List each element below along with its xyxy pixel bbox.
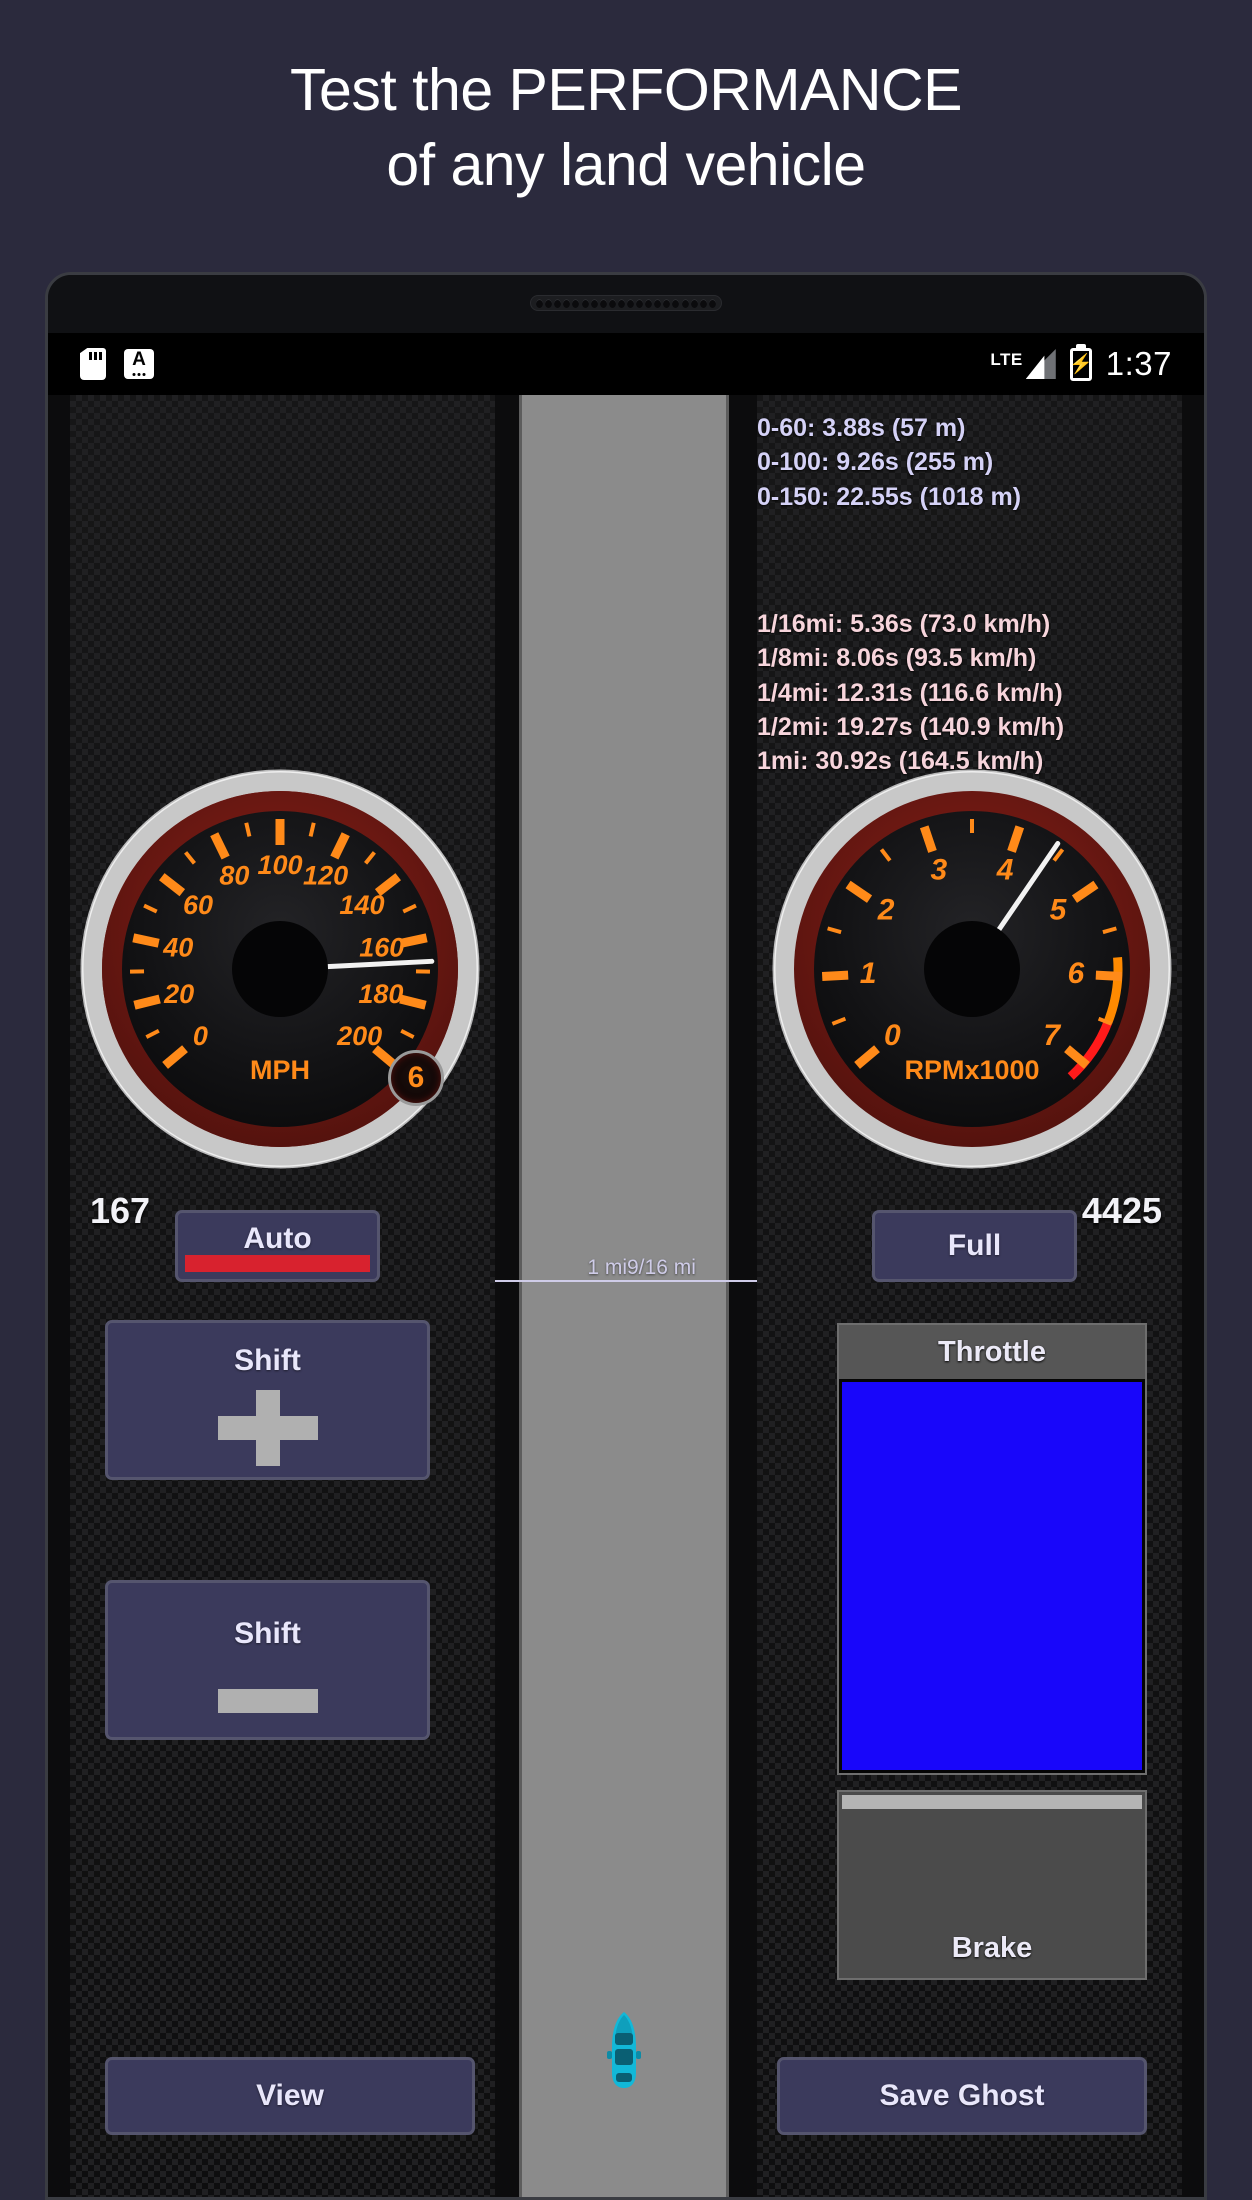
- device-bezel-top: [48, 275, 1204, 333]
- acceleration-stats: 0-60: 3.88s (57 m) 0-100: 9.26s (255 m) …: [757, 411, 1182, 514]
- app-body: 1 mi 9/16 mi 0 20 40 60 80 100 120 140 1…: [48, 395, 1204, 2197]
- stat-row: 0-60: 3.88s (57 m): [757, 414, 966, 442]
- gauge-tick-label: 6: [1068, 957, 1085, 990]
- stat-row: 0-150: 22.55s (1018 m): [757, 482, 1022, 511]
- status-bar-right: LTE ⚡ 1:37: [990, 345, 1172, 383]
- gauge-tick-label: 7: [1043, 1019, 1061, 1052]
- status-bar: A LTE ⚡ 1:37: [48, 333, 1204, 395]
- shift-up-label: Shift: [234, 1343, 301, 1377]
- save-ghost-button-label: Save Ghost: [879, 2079, 1045, 2112]
- brake-fill: [842, 1795, 1142, 1809]
- status-clock: 1:37: [1105, 345, 1172, 382]
- full-button-label: Full: [947, 1229, 1002, 1262]
- battery-bolt-glyph: ⚡: [1068, 353, 1093, 375]
- view-button[interactable]: View: [105, 2057, 475, 2135]
- throttle-fill: [842, 1382, 1142, 1770]
- gauge-tick-label: 0: [193, 1021, 208, 1051]
- car-top-view-icon: [607, 2012, 641, 2088]
- brake-control[interactable]: Brake: [837, 1790, 1147, 1980]
- rpm-readout: 4425: [1081, 1190, 1162, 1231]
- save-ghost-button[interactable]: Save Ghost: [777, 2057, 1147, 2135]
- shift-down-button[interactable]: Shift: [105, 1580, 430, 1740]
- tachometer-unit-label: RPMx1000: [904, 1055, 1039, 1085]
- signal-bars-icon: LTE: [990, 349, 1056, 379]
- distance-stats: 1/16mi: 5.36s (73.0 km/h) 1/8mi: 8.06s (…: [757, 607, 1182, 778]
- auto-button-label: Auto: [243, 1222, 312, 1255]
- battery-charging-icon: ⚡: [1068, 347, 1093, 381]
- stat-row: 1/8mi: 8.06s (93.5 km/h): [757, 644, 1037, 673]
- gear-indicator: 6: [388, 1050, 444, 1106]
- gauge-tick-label: 100: [257, 850, 302, 880]
- stat-row: 0-100: 9.26s (255 m): [757, 448, 994, 477]
- track-strip[interactable]: 1 mi 9/16 mi: [382, 395, 872, 2197]
- track-marker-label-left: 1 mi: [587, 1256, 627, 1279]
- device-frame: A LTE ⚡ 1:37 1 mi 9/16 mi 0 20 40 60 80 …: [45, 272, 1207, 2200]
- stat-row: 1/16mi: 5.36s (73.0 km/h): [757, 610, 1051, 638]
- minus-icon: [217, 1688, 318, 1713]
- auto-status-indicator: [185, 1255, 370, 1272]
- sd-card-icon: [80, 348, 106, 380]
- stat-row: 1/4mi: 12.31s (116.6 km/h): [757, 678, 1063, 707]
- gauge-tick-label: 4: [996, 853, 1014, 886]
- gear-indicator-value: 6: [407, 1061, 425, 1094]
- throttle-control[interactable]: Throttle: [837, 1323, 1147, 1775]
- gauge-tick-label: 20: [163, 979, 194, 1009]
- keyboard-input-icon: A: [124, 349, 154, 379]
- tachometer-gauge: 012 3 4 567 RPMx1000: [770, 767, 1174, 1171]
- speedometer-unit-label: MPH: [250, 1055, 310, 1085]
- full-throttle-button[interactable]: Full: [872, 1210, 1077, 1282]
- promo-headline-line-1: Test the PERFORMANCE: [290, 56, 962, 123]
- promo-headline-line-2: of any land vehicle: [386, 131, 866, 198]
- track-marker-label-right: 9/16 mi: [627, 1256, 696, 1279]
- gauge-tick-label: 3: [931, 853, 948, 886]
- gauge-tick-label: 40: [162, 932, 193, 962]
- speed-readout: 167: [90, 1190, 151, 1231]
- gauge-tick-label: 160: [359, 932, 404, 962]
- shift-down-label: Shift: [234, 1616, 301, 1650]
- status-bar-left: A: [80, 348, 154, 380]
- speedometer-gauge: 0 20 40 60 80 100 120 140 160 180 200 MPH: [78, 767, 482, 1171]
- gauge-tick-label: 80: [219, 861, 249, 891]
- speaker-grille-icon: [530, 295, 722, 311]
- gauge-tick-label: 2: [877, 893, 895, 926]
- gauge-tick-label: 140: [339, 890, 384, 920]
- view-button-label: View: [256, 2079, 324, 2112]
- gauge-tick-label: 5: [1050, 893, 1068, 926]
- gauge-tick-label: 180: [358, 979, 403, 1009]
- gauge-tick-label: 60: [183, 890, 213, 920]
- left-pane: 0 20 40 60 80 100 120 140 160 180 200 MPH 6 167 Au…: [70, 395, 495, 2197]
- auto-mode-button[interactable]: Auto: [175, 1210, 380, 1282]
- throttle-label: Throttle: [839, 1325, 1145, 1379]
- brake-label: Brake: [951, 1932, 1033, 1964]
- gauge-tick-label: 200: [336, 1021, 382, 1051]
- plus-icon: [217, 1389, 318, 1466]
- network-type-label: LTE: [990, 350, 1023, 369]
- gauge-tick-label: 1: [860, 957, 877, 990]
- gauge-tick-label: 120: [303, 861, 348, 891]
- stat-row: 1/2mi: 19.27s (140.9 km/h): [757, 712, 1065, 741]
- shift-up-button[interactable]: Shift: [105, 1320, 430, 1480]
- promo-header: Test the PERFORMANCE of any land vehicle: [0, 0, 1252, 255]
- gauge-tick-label: 0: [884, 1019, 901, 1052]
- right-pane: 0-60: 3.88s (57 m) 0-100: 9.26s (255 m) …: [757, 395, 1182, 2197]
